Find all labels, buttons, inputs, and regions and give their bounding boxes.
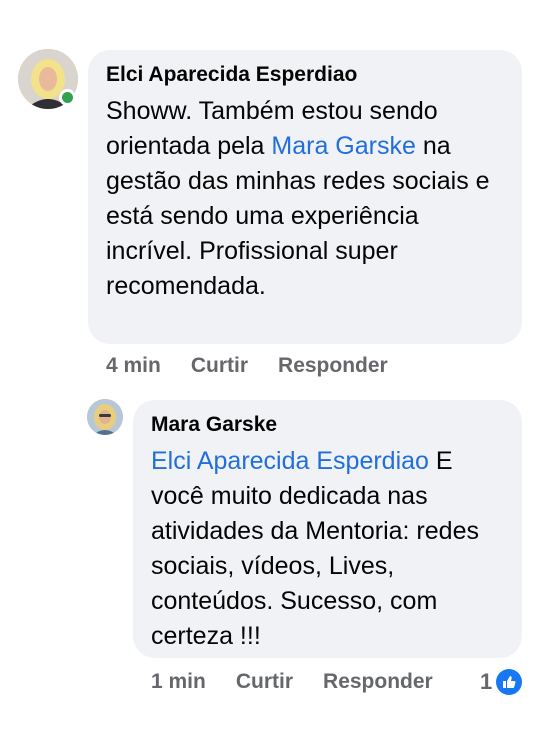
comment-text: Showw. Também estou sendo orientada pela… [106,97,490,300]
reply-text: Elci Aparecida Esperdiao E você muito de… [151,447,479,650]
comment-actions: 4 min Curtir Responder [106,354,388,378]
like-button[interactable]: Curtir [191,354,248,378]
reply-button[interactable]: Responder [323,670,433,694]
thumbs-up-icon [496,669,523,695]
comment-author[interactable]: Elci Aparecida Esperdiao [106,62,504,88]
reaction-summary[interactable]: 1 [480,669,523,695]
mention-link[interactable]: Elci Aparecida Esperdiao [151,447,429,475]
online-status-icon [59,89,76,106]
comment-timestamp[interactable]: 4 min [106,354,161,378]
mention-link[interactable]: Mara Garske [271,132,415,160]
reaction-count: 1 [480,669,493,694]
avatar-mara[interactable] [87,399,123,435]
comment-bubble: Elci Aparecida Esperdiao Showw. Também e… [88,50,522,344]
reply-button[interactable]: Responder [278,354,388,378]
like-button[interactable]: Curtir [236,670,293,694]
reply-author[interactable]: Mara Garske [151,412,504,438]
reply-bubble: Mara Garske Elci Aparecida Esperdiao E v… [133,400,522,658]
reply-timestamp[interactable]: 1 min [151,670,206,694]
reply-actions: 1 min Curtir Responder [151,670,433,694]
